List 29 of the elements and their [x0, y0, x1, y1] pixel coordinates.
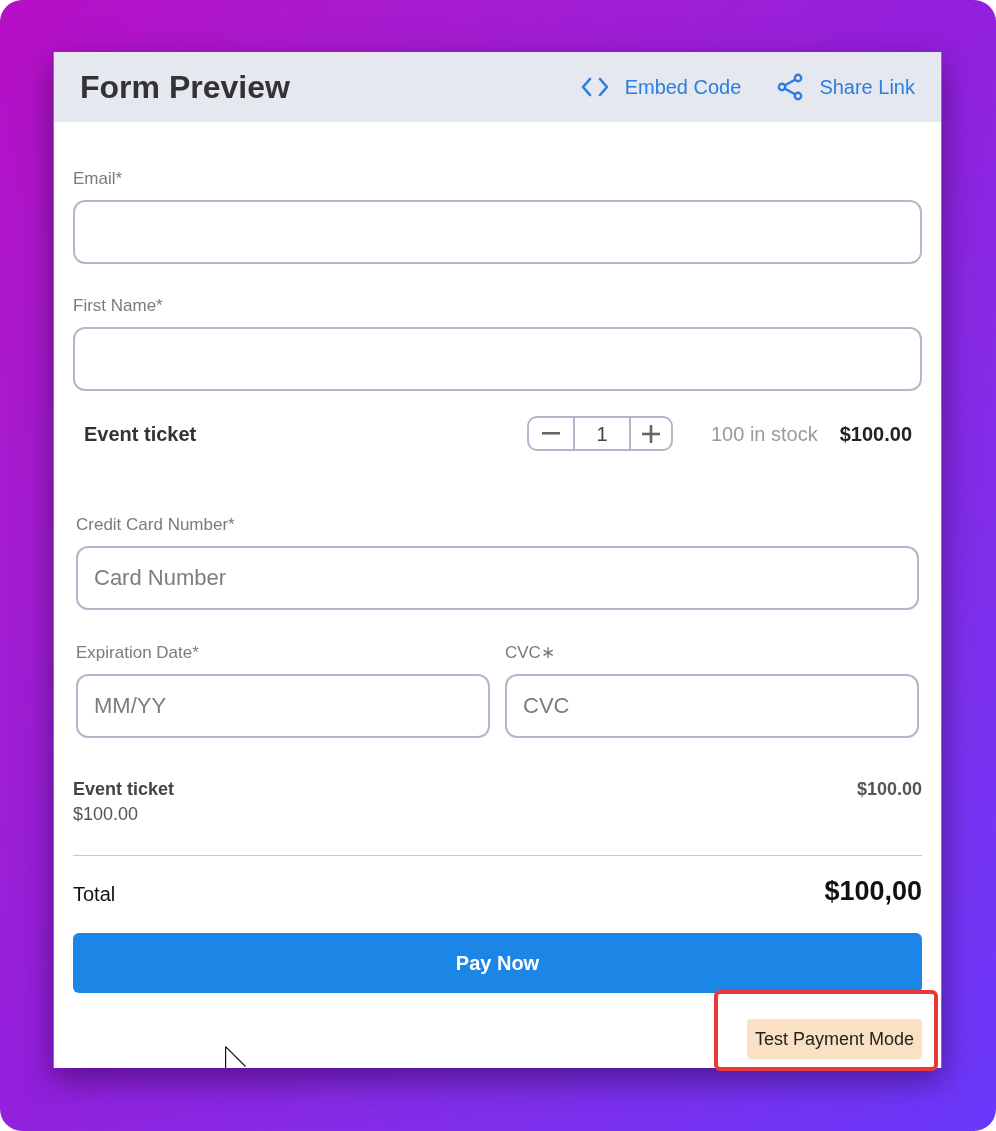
embed-code-link[interactable]: Embed Code — [580, 72, 742, 102]
stock-text: 100 in stock — [710, 421, 818, 447]
pay-now-button[interactable]: Pay Now — [73, 933, 922, 993]
field-label: Expiration Date* — [76, 643, 200, 663]
code-icon — [580, 77, 609, 97]
total-label: Total — [73, 882, 116, 907]
minus-icon — [541, 432, 560, 435]
field-label: Email* — [73, 169, 124, 189]
input-field[interactable] — [73, 327, 922, 391]
summary-item-name: Event ticket — [73, 778, 175, 800]
summary-unit-price: $100.00 — [73, 803, 140, 825]
plus-icon — [641, 424, 660, 443]
quantity-value[interactable]: 1 — [574, 418, 629, 449]
mouse-cursor-icon — [225, 1046, 246, 1068]
test-mode-badge: Test Payment Mode — [746, 1019, 922, 1059]
field-label: First Name* — [73, 296, 164, 316]
input-field[interactable]: CVC — [505, 674, 919, 738]
product-price: $100.00 — [839, 421, 912, 447]
summary-amount: $100.00 — [856, 778, 922, 801]
input-field[interactable] — [73, 200, 922, 264]
page-title: Form Preview — [80, 68, 290, 107]
input-field[interactable]: MM/YY — [76, 674, 490, 738]
input-field[interactable]: Card Number — [76, 546, 919, 610]
total-amount: $100,00 — [824, 874, 922, 908]
share-link[interactable]: Share Link — [777, 72, 915, 102]
field-label: Credit Card Number* — [76, 515, 236, 535]
product-name: Event ticket — [84, 421, 197, 447]
share-icon — [777, 73, 804, 101]
field-label: CVC∗ — [505, 643, 556, 663]
